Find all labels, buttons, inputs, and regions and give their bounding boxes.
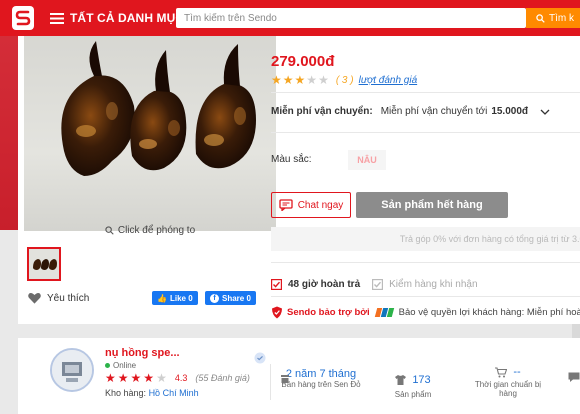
- chat-now-label: Chat ngay: [297, 199, 344, 211]
- product-card: Click để phóng to Yêu thích 👍 Like 0 f S…: [18, 36, 580, 324]
- heart-icon: [28, 293, 41, 304]
- stat-selling-time: 2 năm 7 tháng Bán hàng trên Sen Đỏ: [280, 368, 362, 389]
- rating-link[interactable]: lượt đánh giá: [359, 75, 418, 86]
- thumbs-up-icon: 👍: [157, 293, 167, 303]
- divider: [271, 296, 580, 297]
- star-icon: ★: [105, 371, 116, 385]
- facebook-like-label: Like 0: [169, 293, 193, 303]
- shop-rating-count: (55 Đánh giá): [195, 373, 250, 383]
- shield-icon: [272, 306, 282, 319]
- warehouse-row: Kho hàng: Hồ Chí Minh: [105, 388, 199, 398]
- star-icon: ★: [294, 73, 306, 87]
- shop-rating-value: 4.3: [174, 373, 188, 383]
- color-row: Màu sắc:: [271, 154, 312, 165]
- star-empty-icon: ★: [306, 73, 318, 87]
- divider: [270, 364, 271, 400]
- shop-rating: ★ ★ ★ ★ ★ 4.3 (55 Đánh giá): [105, 371, 250, 385]
- stat-prep-label: Thời gian chuẩn bị hàng: [474, 380, 542, 398]
- facebook-share-button[interactable]: f Share 0: [205, 291, 256, 305]
- guitar-pick-right: [195, 44, 256, 169]
- warehouse-city: Hồ Chí Minh: [148, 388, 199, 398]
- sendo-logo-icon[interactable]: [12, 6, 34, 30]
- verified-badge-icon: [254, 352, 266, 364]
- fpt-logo-icon: [374, 308, 394, 317]
- online-status-label: Online: [113, 361, 137, 370]
- all-categories-button[interactable]: TẤT CẢ DANH MỤC: [50, 9, 184, 27]
- tshirt-icon: [395, 375, 407, 385]
- star-icon: ★: [117, 371, 129, 385]
- return-policy-row: 48 giờ hoàn trả Kiểm hàng khi nhận: [271, 279, 478, 290]
- checkbox-checked-icon: [372, 279, 384, 290]
- stat-prep-time: -- Thời gian chuẩn bị hàng: [468, 366, 548, 398]
- product-thumbnail[interactable]: [27, 247, 61, 281]
- search-input[interactable]: Tìm kiếm trên Sendo: [176, 8, 526, 28]
- star-icon: ★: [130, 371, 142, 385]
- online-status: Online: [105, 361, 136, 370]
- divider: [271, 262, 580, 263]
- stat-products-value: 173: [412, 374, 431, 386]
- protection-brand: Sendo bảo trợ bởi: [287, 307, 370, 318]
- search-button[interactable]: Tìm k: [526, 8, 580, 28]
- return-label: 48 giờ hoàn trả: [288, 279, 361, 290]
- menu-icon: [50, 12, 64, 24]
- all-categories-label: TẤT CẢ DANH MỤC: [70, 11, 185, 25]
- guitar-pick-left: [61, 41, 135, 176]
- sold-out-button: Sản phẩm hết hàng: [356, 192, 508, 218]
- star-empty-icon: ★: [318, 73, 329, 87]
- search-icon: [536, 13, 545, 23]
- zoom-hint-label: Click để phóng to: [117, 224, 196, 236]
- shipping-text: Miễn phí vận chuyển tới: [380, 106, 488, 117]
- inspect-label: Kiểm hàng khi nhận: [389, 279, 478, 290]
- stat-products-label: Sản phẩm: [394, 390, 432, 399]
- chat-icon: [279, 199, 293, 211]
- facebook-like-button[interactable]: 👍 Like 0: [152, 291, 198, 305]
- product-main-image[interactable]: [24, 36, 276, 231]
- protection-text: Bảo vệ quyền lợi khách hàng: Miễn phí ho…: [398, 307, 580, 318]
- cart-icon: [495, 366, 508, 377]
- warehouse-label: Kho hàng:: [105, 388, 147, 398]
- product-price: 279.000đ: [271, 53, 335, 70]
- stat-selling-label: Bán hàng trên Sen Đỏ: [281, 380, 361, 389]
- zoom-hint[interactable]: Click để phóng to: [24, 223, 276, 237]
- shop-info-card: nụ hồng spe... Online ★ ★ ★ ★ ★ 4.3 (55 …: [18, 338, 580, 414]
- shipping-amount: 15.000đ: [491, 106, 529, 117]
- rating-count: ( 3 ): [335, 74, 354, 86]
- guitar-pick-middle: [130, 50, 187, 171]
- search-placeholder: Tìm kiếm trên Sendo: [184, 12, 277, 24]
- buyer-protection-row: Sendo bảo trợ bởi Bảo vệ quyền lợi khách…: [271, 306, 580, 319]
- star-icon: ★: [143, 371, 155, 385]
- color-label: Màu sắc:: [271, 154, 312, 165]
- store-icon: [281, 375, 289, 383]
- top-navigation-bar: TẤT CẢ DANH MỤC Tìm kiếm trên Sendo Tìm …: [0, 0, 580, 36]
- stat-selling-value: 2 năm 7 tháng: [285, 368, 357, 380]
- product-rating: ★ ★ ★ ★ ★ ( 3 ) lượt đánh giá: [271, 73, 417, 87]
- stat-products: 173 Sản phẩm: [378, 374, 448, 399]
- magnifier-icon: [105, 225, 114, 235]
- shop-name[interactable]: nụ hồng spe...: [105, 347, 180, 359]
- divider: [271, 132, 580, 133]
- chevron-down-icon[interactable]: [540, 109, 550, 115]
- stat-prep-value: --: [513, 366, 521, 378]
- star-icon: ★: [271, 73, 282, 87]
- favorite-button[interactable]: Yêu thích: [28, 292, 89, 304]
- star-empty-icon: ★: [156, 371, 167, 385]
- divider: [271, 92, 580, 93]
- color-option-nau[interactable]: NÂU: [348, 150, 386, 170]
- favorite-label: Yêu thích: [47, 292, 90, 304]
- search-button-label: Tìm k: [549, 12, 574, 24]
- star-icon: ★: [282, 73, 294, 87]
- facebook-share-label: Share 0: [222, 293, 251, 303]
- installment-banner: Trả góp 0% với đơn hàng có tổng giá trị …: [271, 227, 580, 251]
- shipping-label: Miễn phí vận chuyển:: [271, 106, 373, 117]
- shipping-row: Miễn phí vận chuyển: Miễn phí vận chuyển…: [271, 106, 550, 117]
- online-dot-icon: [105, 363, 110, 368]
- shop-avatar[interactable]: [50, 348, 94, 392]
- checkbox-checked-icon: [271, 279, 282, 290]
- chat-now-button[interactable]: Chat ngay: [271, 192, 351, 218]
- chat-bubble-icon: [568, 372, 580, 382]
- facebook-icon: f: [210, 293, 219, 303]
